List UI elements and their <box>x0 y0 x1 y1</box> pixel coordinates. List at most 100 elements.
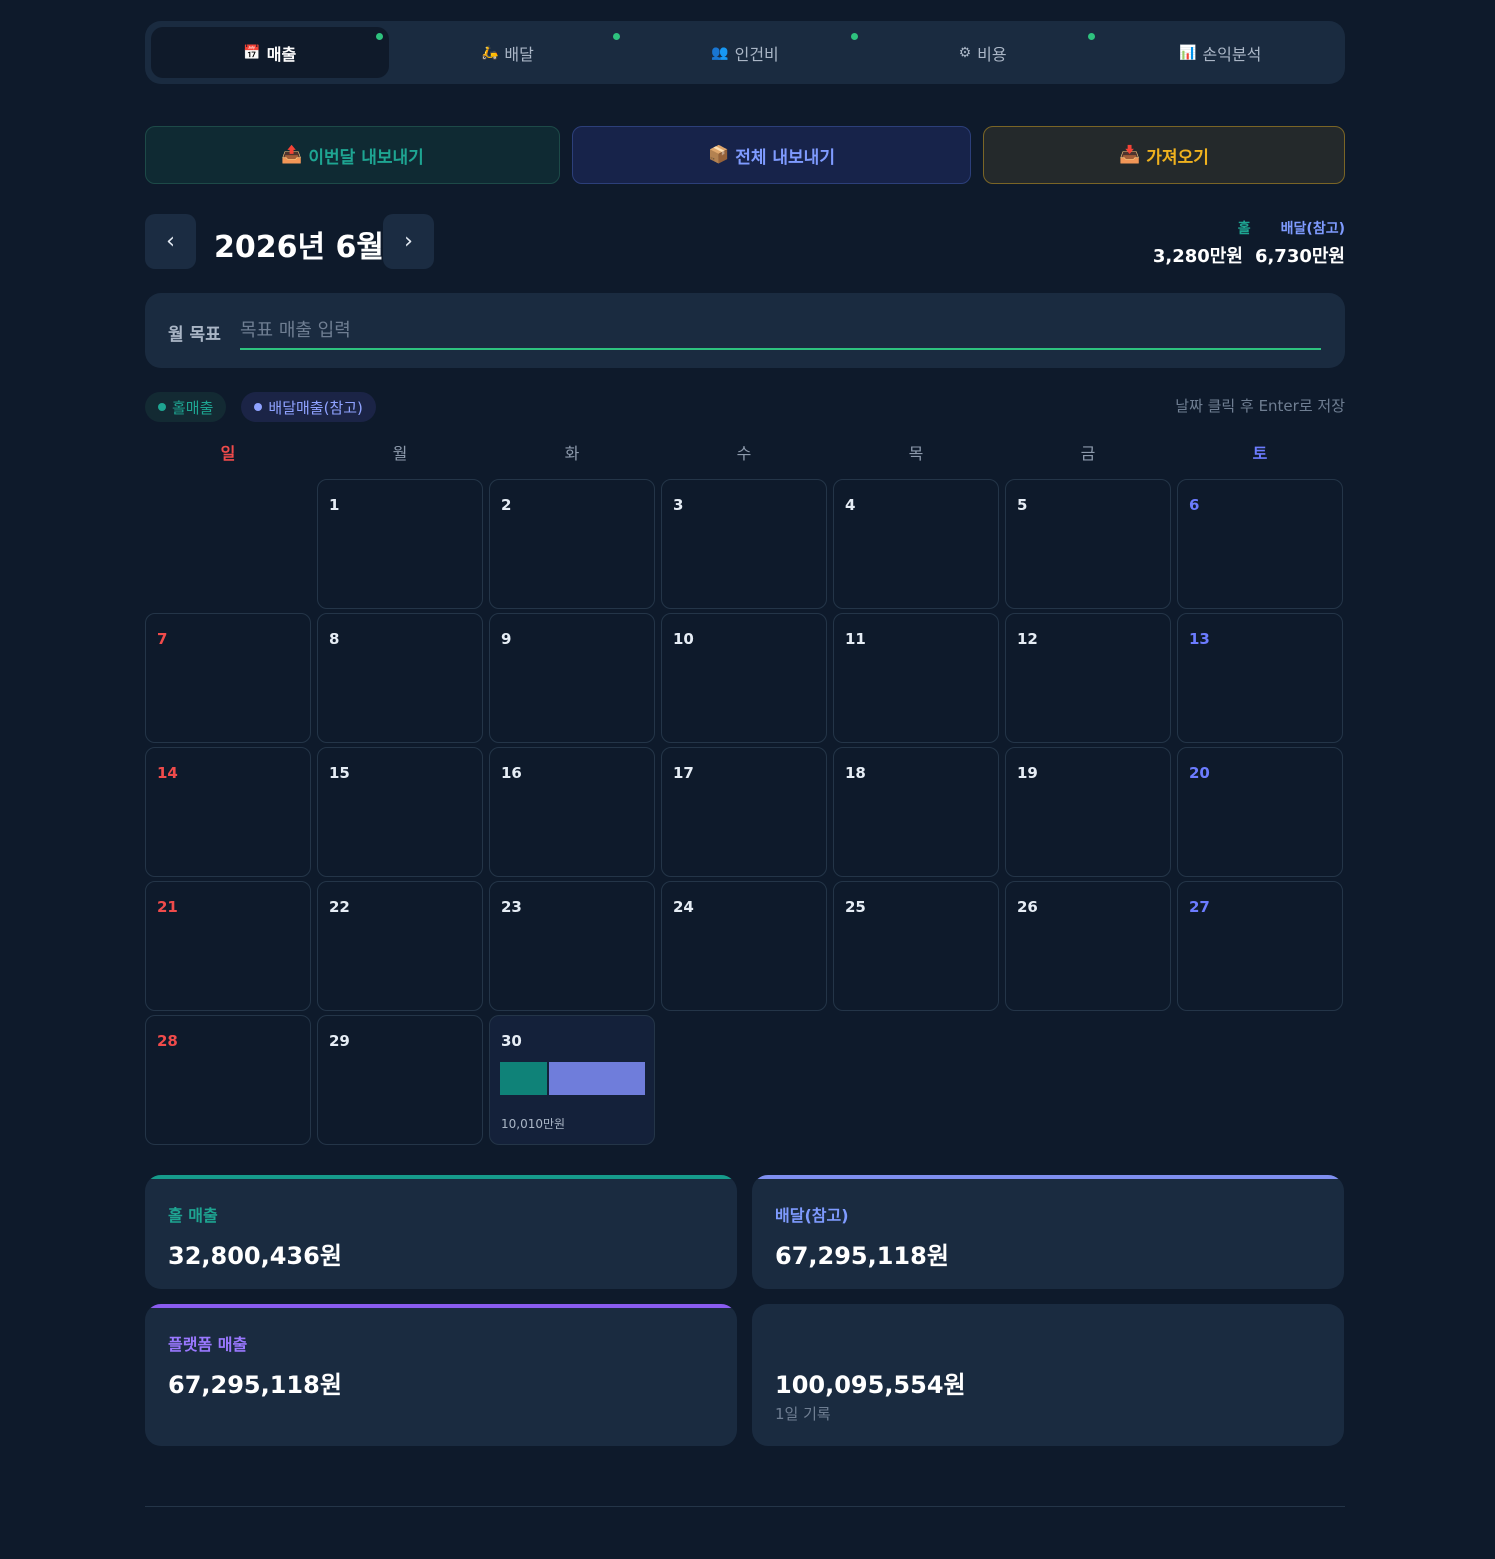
day-number: 23 <box>501 898 522 916</box>
calendar-day-1[interactable]: 1 <box>317 479 483 609</box>
calendar-day-14[interactable]: 14 <box>145 747 311 877</box>
day-number: 7 <box>157 630 168 648</box>
tab-0[interactable]: 📅 매출 <box>151 27 389 78</box>
stat-accent-hall <box>145 1175 737 1179</box>
goal-label: 월 목표 <box>168 325 221 345</box>
calendar-day-4[interactable]: 4 <box>833 479 999 609</box>
weekday-label: 수 <box>736 444 752 463</box>
day-number: 24 <box>673 898 694 916</box>
calendar-day-16[interactable]: 16 <box>489 747 655 877</box>
stat-card-hall: 홀 매출 32,800,436원 <box>145 1175 737 1289</box>
day-sales-bar <box>500 1062 645 1095</box>
tab-3[interactable]: ⚙ 비용 <box>864 27 1102 78</box>
export-actions: 📤 이번달 내보내기 📦 전체 내보내기 📥 가져오기 <box>145 126 1345 184</box>
calendar-day-19[interactable]: 19 <box>1005 747 1171 877</box>
export-month-button[interactable]: 📤 이번달 내보내기 <box>145 126 560 184</box>
calendar-day-6[interactable]: 6 <box>1177 479 1343 609</box>
day-number: 13 <box>1189 630 1210 648</box>
day-number: 8 <box>329 630 340 648</box>
calendar-day-22[interactable]: 22 <box>317 881 483 1011</box>
next-month-button[interactable]: › <box>383 214 434 269</box>
summary-delivery-label: 배달(참고) <box>1280 221 1345 237</box>
summary-delivery-value: 6,730만원 <box>1254 246 1345 267</box>
upload-icon: 📤 <box>281 145 303 165</box>
calendar-day-11[interactable]: 11 <box>833 613 999 743</box>
stat-card-total: 100,095,554원 1일 기록 <box>752 1304 1344 1446</box>
bar-segment-delivery <box>548 1062 645 1095</box>
import-button[interactable]: 📥 가져오기 <box>983 126 1345 184</box>
calendar-day-12[interactable]: 12 <box>1005 613 1171 743</box>
weekday-label: 일 <box>220 444 236 463</box>
calendar-day-13[interactable]: 13 <box>1177 613 1343 743</box>
calendar-day-2[interactable]: 2 <box>489 479 655 609</box>
stat-hall-value: 32,800,436원 <box>168 1242 342 1270</box>
calendar-day-26[interactable]: 26 <box>1005 881 1171 1011</box>
calendar-day-7[interactable]: 7 <box>145 613 311 743</box>
legend-delivery-label: 배달매출(참고) <box>268 398 363 417</box>
stat-platform-value: 67,295,118원 <box>168 1371 342 1399</box>
calendar-day-9[interactable]: 9 <box>489 613 655 743</box>
gear-icon: ⚙ <box>958 44 972 61</box>
day-amount: 10,010만원 <box>501 1117 566 1131</box>
legend-delivery: 배달매출(참고) <box>241 392 376 422</box>
tab-status-dot <box>850 33 858 40</box>
calendar-day-20[interactable]: 20 <box>1177 747 1343 877</box>
month-summary: 홀 배달(참고) 3,280만원 6,730만원 <box>1153 218 1345 268</box>
calendar-grid: 1 2 3 4 5 6 7 8 9 10 11 12 13 14 15 16 17 18 19 20 21 22 23 24 2… <box>145 479 1345 1145</box>
day-number: 15 <box>329 764 350 782</box>
day-number: 26 <box>1017 898 1038 916</box>
calendar-day-21[interactable]: 21 <box>145 881 311 1011</box>
day-number: 6 <box>1189 496 1200 514</box>
summary-hall-value: 3,280만원 <box>1152 246 1243 267</box>
day-number: 16 <box>501 764 522 782</box>
stat-hall-label: 홀 매출 <box>168 1206 218 1225</box>
hall-dot-icon <box>158 403 166 411</box>
calendar-day-28[interactable]: 28 <box>145 1015 311 1145</box>
day-number: 11 <box>845 630 866 648</box>
tab-2[interactable]: 👥 인건비 <box>626 27 864 78</box>
calendar-empty-cell <box>145 479 311 609</box>
scooter-icon: 🛵 <box>480 44 499 61</box>
day-number: 2 <box>501 496 512 514</box>
calendar-day-27[interactable]: 27 <box>1177 881 1343 1011</box>
prev-month-button[interactable]: ‹ <box>145 214 196 269</box>
day-number: 3 <box>673 496 684 514</box>
calendar-day-3[interactable]: 3 <box>661 479 827 609</box>
calendar-day-24[interactable]: 24 <box>661 881 827 1011</box>
calendar-day-25[interactable]: 25 <box>833 881 999 1011</box>
export-all-label: 전체 내보내기 <box>735 147 835 168</box>
calendar-day-8[interactable]: 8 <box>317 613 483 743</box>
tab-1[interactable]: 🛵 배달 <box>389 27 627 78</box>
calendar-day-15[interactable]: 15 <box>317 747 483 877</box>
month-title: 2026년 6월 <box>214 230 385 265</box>
stat-platform-label: 플랫폼 매출 <box>168 1335 248 1354</box>
day-number: 29 <box>329 1032 350 1050</box>
package-icon: 📦 <box>708 145 730 165</box>
day-number: 12 <box>1017 630 1038 648</box>
tab-label: 인건비 <box>734 44 779 64</box>
goal-input[interactable] <box>240 313 1321 350</box>
day-number: 21 <box>157 898 178 916</box>
calendar-day-5[interactable]: 5 <box>1005 479 1171 609</box>
tab-status-dot <box>375 33 383 40</box>
calendar-day-30[interactable]: 30 10,010만원 <box>489 1015 655 1145</box>
day-number: 10 <box>673 630 694 648</box>
export-all-button[interactable]: 📦 전체 내보내기 <box>572 126 971 184</box>
delivery-dot-icon <box>254 403 263 411</box>
save-hint: 날짜 클릭 후 Enter로 저장 <box>1175 397 1345 415</box>
weekday-label: 월 <box>392 444 408 463</box>
calendar-day-23[interactable]: 23 <box>489 881 655 1011</box>
day-number: 14 <box>157 764 178 782</box>
tab-4[interactable]: 📊 손익분석 <box>1101 27 1339 78</box>
calendar-day-29[interactable]: 29 <box>317 1015 483 1145</box>
tab-label: 매출 <box>266 44 297 64</box>
weekday-header: 일월화수목금토 <box>145 440 1345 464</box>
main-tabs: 📅 매출 🛵 배달 👥 인건비 ⚙ 비용 📊 손익분석 <box>145 21 1345 84</box>
bar-chart-icon: 📊 <box>1179 44 1197 61</box>
calendar-day-17[interactable]: 17 <box>661 747 827 877</box>
calendar-day-10[interactable]: 10 <box>661 613 827 743</box>
legend: 홀매출 배달매출(참고) <box>145 392 376 422</box>
bar-segment-hall <box>500 1062 547 1095</box>
export-month-label: 이번달 내보내기 <box>308 147 424 168</box>
calendar-day-18[interactable]: 18 <box>833 747 999 877</box>
